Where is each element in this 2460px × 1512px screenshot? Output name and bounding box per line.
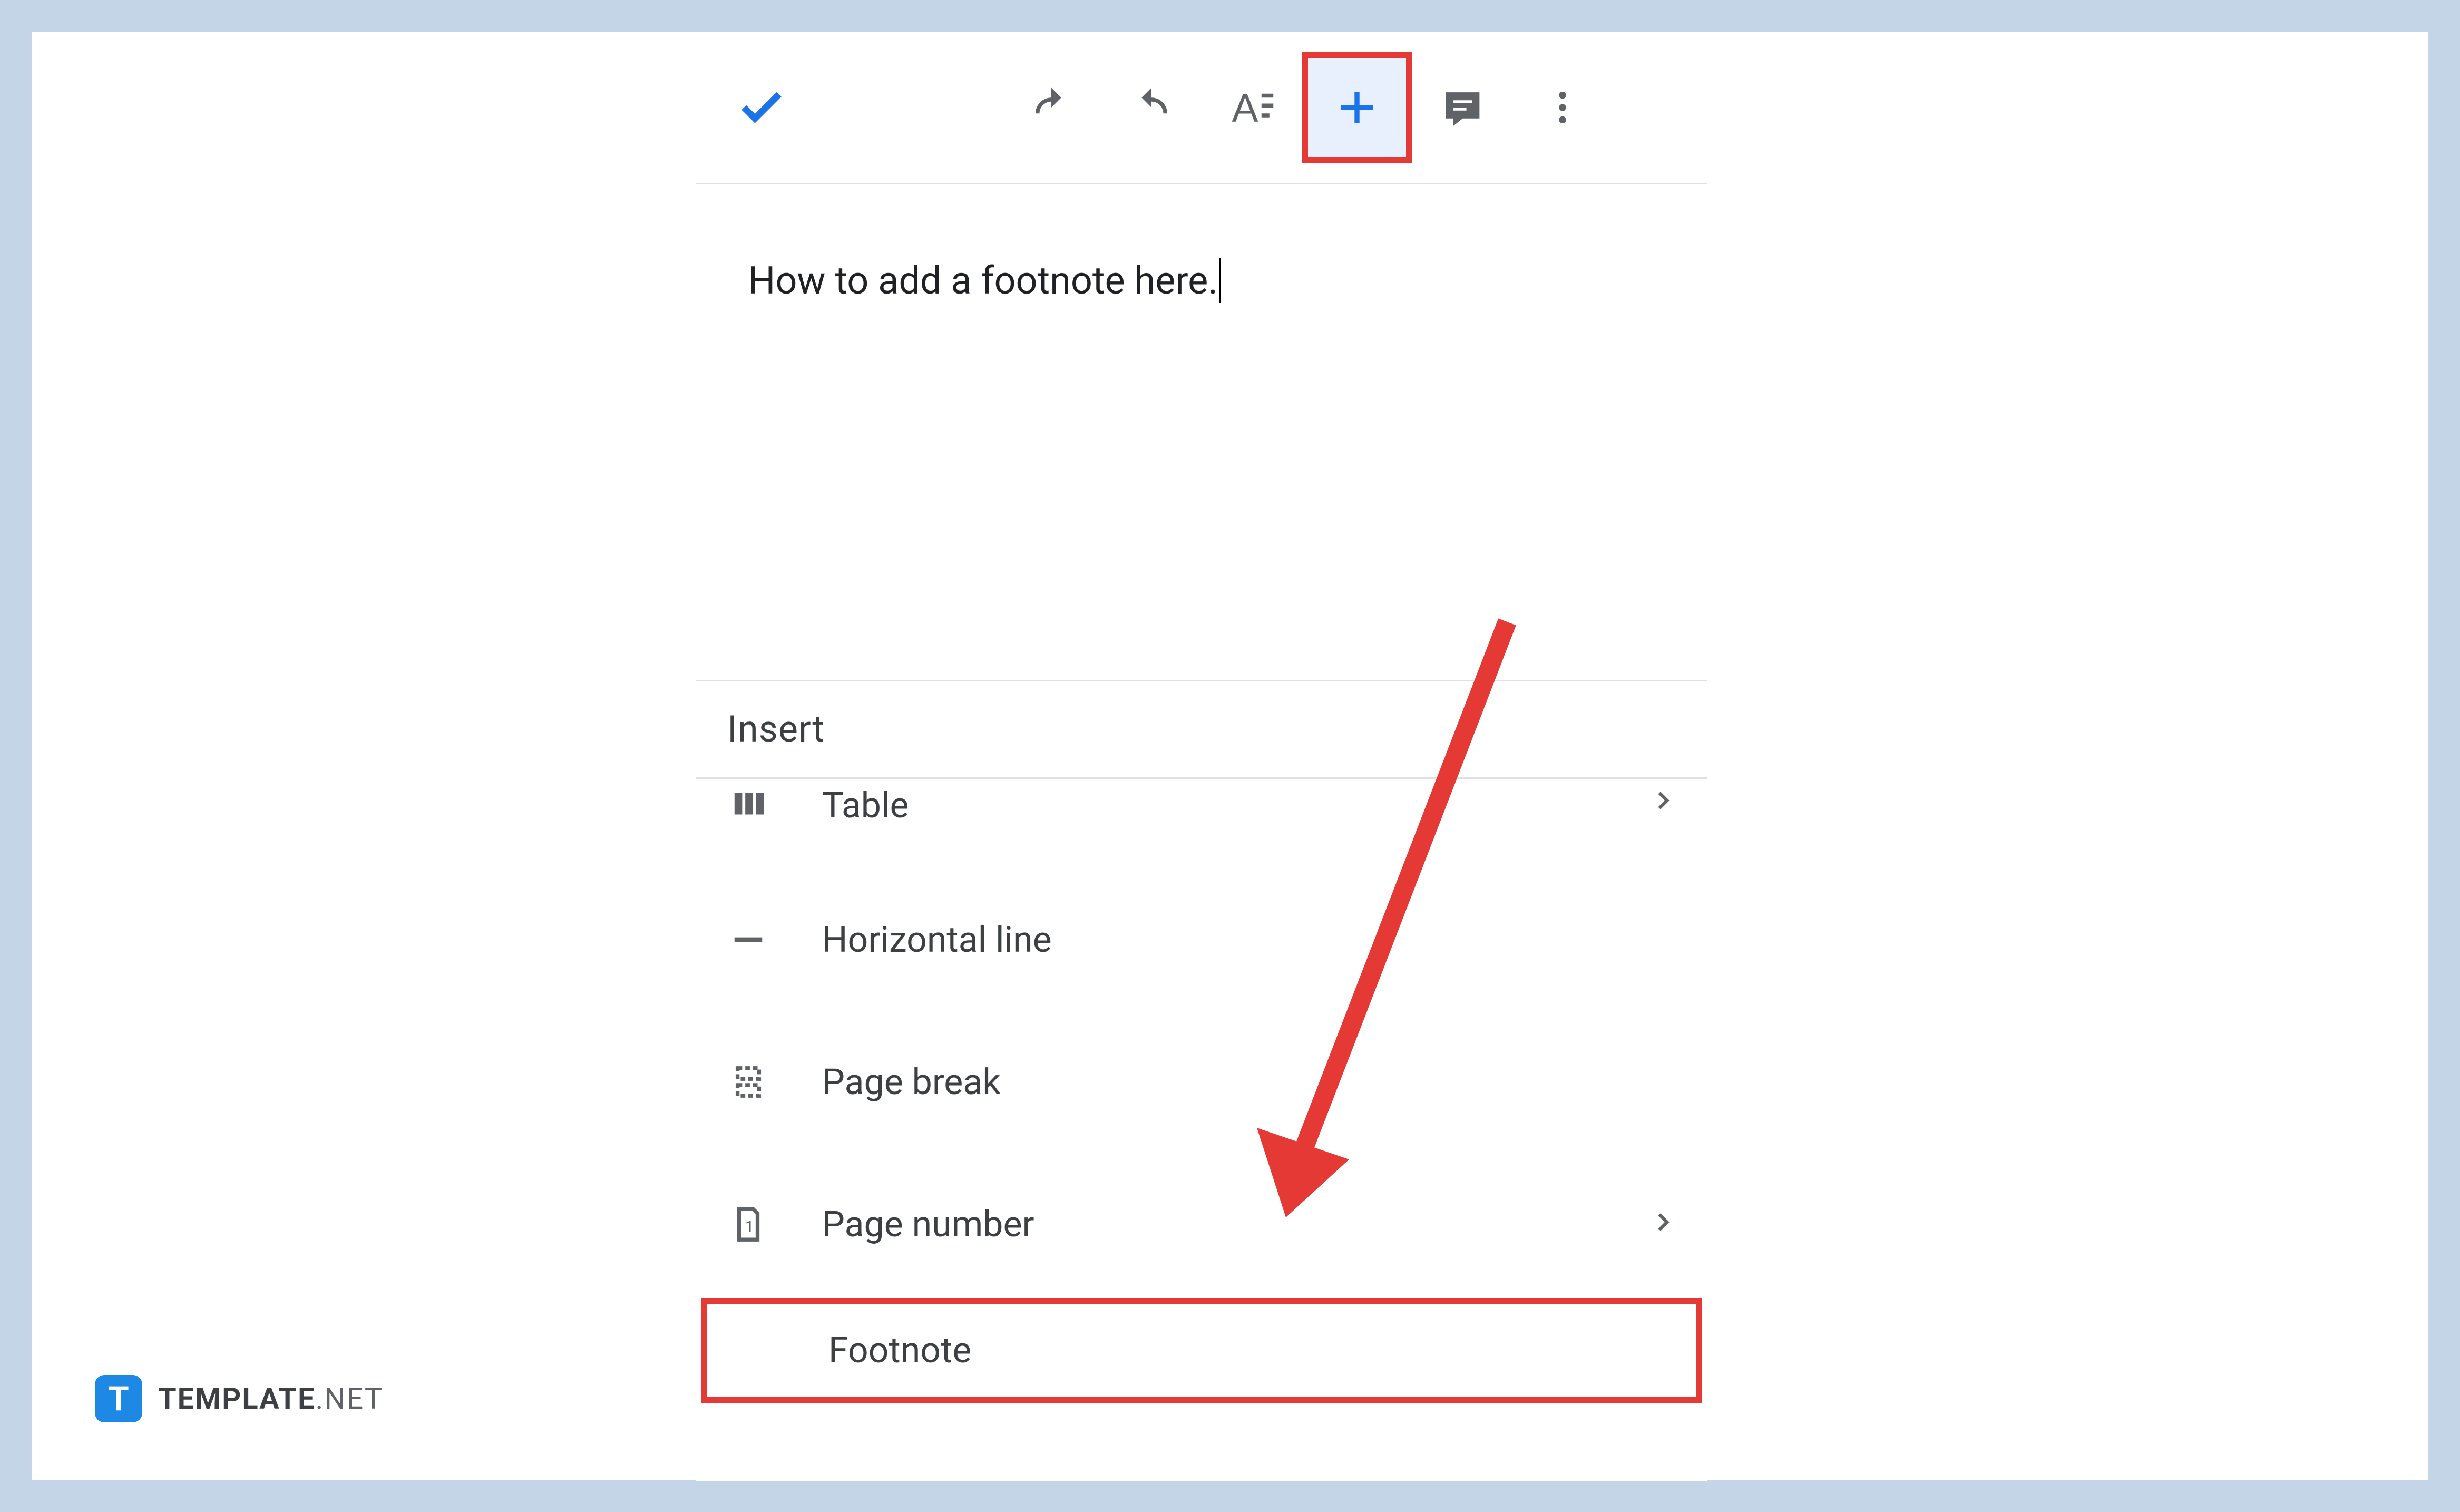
- undo-button[interactable]: [1001, 57, 1101, 158]
- pagebreak-icon: [727, 1061, 769, 1103]
- more-vert-icon: [1541, 86, 1584, 129]
- tutorial-frame: A How to add a footnote here. Insert: [32, 32, 2428, 1480]
- more-button[interactable]: [1512, 57, 1613, 158]
- chevron-right-icon: [1649, 784, 1676, 822]
- menu-label: Footnote: [828, 1329, 1670, 1371]
- menu-item-footnote-highlighted[interactable]: Footnote: [701, 1298, 1702, 1403]
- comment-icon: [1440, 85, 1485, 130]
- insert-button-highlighted[interactable]: [1302, 52, 1412, 163]
- menu-item-page-break[interactable]: Page break: [696, 1011, 1707, 1153]
- text-format-icon: A: [1228, 84, 1275, 131]
- chevron-right-icon: [1649, 1206, 1676, 1243]
- watermark-badge: T: [95, 1375, 142, 1422]
- pagenum-icon: 1: [727, 1203, 769, 1245]
- menu-item-horizontal-line[interactable]: Horizontal line: [696, 869, 1707, 1011]
- watermark: T TEMPLATE.NET: [95, 1375, 383, 1422]
- redo-button[interactable]: [1101, 57, 1202, 158]
- menu-item-page-number[interactable]: 1 Page number: [696, 1153, 1707, 1295]
- menu-label: Horizontal line: [822, 919, 1676, 961]
- plus-icon: [1333, 84, 1381, 131]
- table-icon: [727, 784, 769, 826]
- done-button[interactable]: [711, 57, 812, 158]
- watermark-suffix: .NET: [316, 1381, 384, 1416]
- svg-text:1: 1: [745, 1218, 754, 1236]
- menu-label: Table: [822, 784, 1649, 826]
- check-icon: [735, 81, 788, 134]
- menu-label: Page number: [822, 1203, 1649, 1245]
- mobile-editor: A How to add a footnote here. Insert: [696, 32, 1707, 1481]
- menu-item-table[interactable]: Table: [696, 779, 1707, 869]
- document-body[interactable]: How to add a footnote here.: [696, 184, 1707, 680]
- menu-label: Page break: [822, 1061, 1676, 1103]
- hline-icon: [727, 919, 769, 961]
- comment-button[interactable]: [1412, 57, 1512, 158]
- watermark-text: TEMPLATE.NET: [158, 1381, 383, 1416]
- text-format-button[interactable]: A: [1202, 57, 1302, 158]
- undo-icon: [1028, 84, 1075, 131]
- editor-toolbar: A: [696, 32, 1707, 184]
- watermark-brand: TEMPLATE: [158, 1381, 316, 1416]
- insert-panel: Insert Table Horizontal line: [696, 680, 1707, 1403]
- insert-panel-title: Insert: [696, 681, 1707, 779]
- document-text: How to add a footnote here.: [748, 258, 1221, 303]
- redo-icon: [1128, 84, 1175, 131]
- svg-text:A: A: [1232, 85, 1258, 130]
